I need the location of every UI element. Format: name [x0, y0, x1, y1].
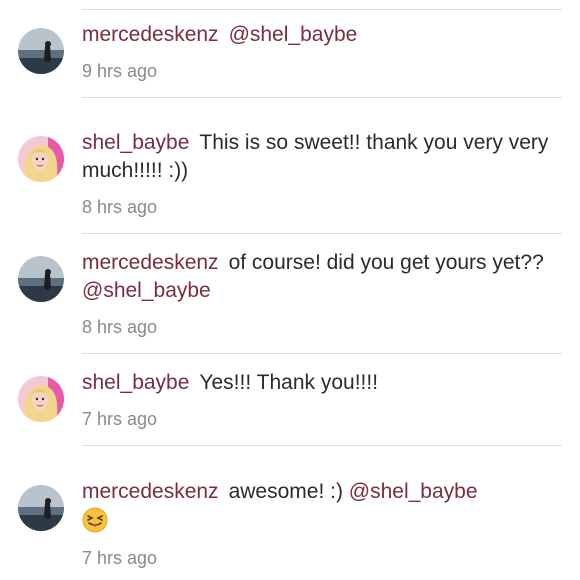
- comment-username[interactable]: mercedeskenz: [82, 480, 219, 503]
- divider: [82, 445, 562, 446]
- comment-timestamp: 9 hrs ago: [82, 61, 158, 81]
- comment-timestamp: 8 hrs ago: [82, 317, 158, 337]
- comment-mention[interactable]: @shel_baybe: [349, 480, 478, 503]
- divider: [82, 97, 562, 98]
- comment-username[interactable]: mercedeskenz: [82, 251, 219, 274]
- seascape-avatar-icon: [18, 28, 64, 74]
- comment-username[interactable]: mercedeskenz: [82, 23, 219, 46]
- divider: [82, 9, 562, 10]
- comment-5-body: mercedeskenz awesome! :) @shel_baybe: [82, 478, 552, 534]
- seascape-avatar-icon: [18, 256, 64, 302]
- comment-mention[interactable]: @shel_baybe: [229, 23, 358, 46]
- comment-text: awesome! :): [228, 480, 349, 503]
- comment-username[interactable]: shel_baybe: [82, 131, 189, 154]
- avatar-mercedeskenz[interactable]: [18, 485, 64, 531]
- blonde-girl-avatar-icon: [18, 136, 64, 182]
- comment-timestamp: 7 hrs ago: [82, 409, 158, 429]
- avatar-mercedeskenz[interactable]: [18, 256, 64, 302]
- avatar-shel-baybe[interactable]: [18, 376, 64, 422]
- comment-username[interactable]: shel_baybe: [82, 371, 189, 394]
- comment-2-body: shel_baybe This is so sweet!! thank you v…: [82, 129, 552, 185]
- squinting-tongue-emoji-icon: [82, 507, 108, 533]
- divider: [82, 353, 562, 354]
- avatar-mercedeskenz[interactable]: [18, 28, 64, 74]
- comment-mention[interactable]: @shel_baybe: [82, 279, 211, 302]
- comment-text: of course! did you get yours yet??: [228, 251, 544, 274]
- divider: [82, 233, 562, 234]
- blonde-girl-avatar-icon: [18, 376, 64, 422]
- comment-4-body: shel_baybe Yes!!! Thank you!!!!: [82, 369, 552, 397]
- comment-3-body: mercedeskenz of course! did you get yours…: [82, 249, 552, 305]
- seascape-avatar-icon: [18, 485, 64, 531]
- avatar-shel-baybe[interactable]: [18, 136, 64, 182]
- comment-timestamp: 7 hrs ago: [82, 548, 158, 568]
- comment-text: Yes!!! Thank you!!!!: [199, 371, 379, 394]
- comment-1-body: mercedeskenz @shel_baybe: [82, 21, 552, 49]
- comment-timestamp: 8 hrs ago: [82, 197, 158, 217]
